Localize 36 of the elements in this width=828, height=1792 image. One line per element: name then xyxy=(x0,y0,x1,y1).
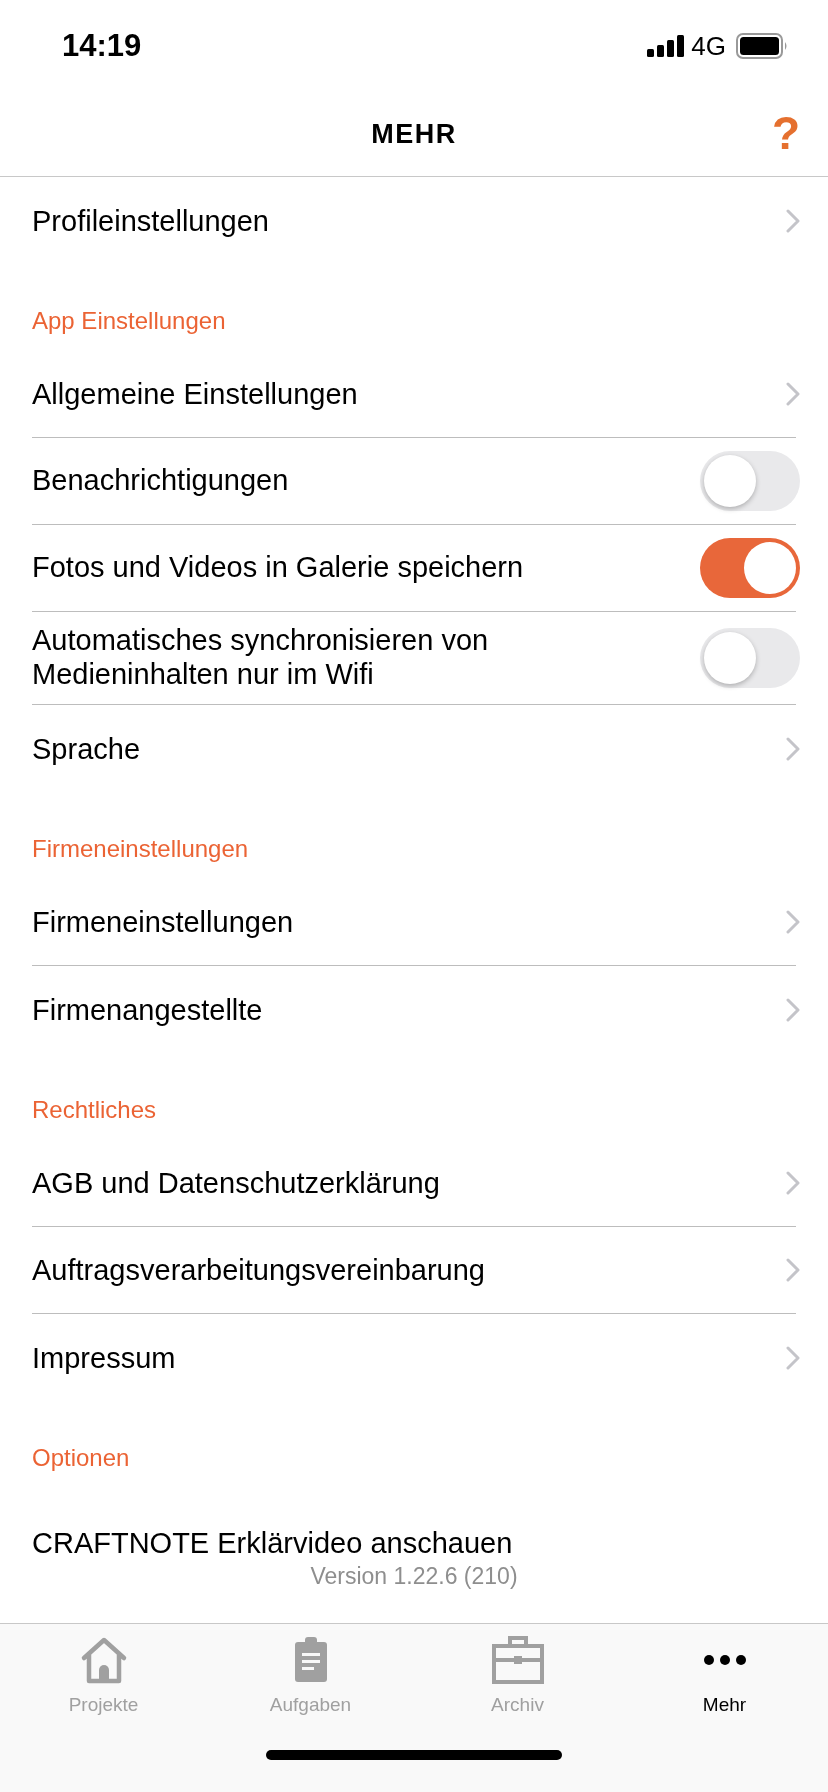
signal-icon xyxy=(647,35,686,57)
more-icon xyxy=(702,1655,747,1665)
page-title: MEHR xyxy=(371,118,457,150)
network-label: 4G xyxy=(691,30,726,62)
chevron-icon xyxy=(786,736,800,761)
menu-item[interactable]: CRAFTNOTE Erklärvideo anschauen xyxy=(32,1526,513,1560)
toggle-switch[interactable] xyxy=(700,538,800,598)
chevron-icon xyxy=(786,1345,800,1370)
chevron-icon xyxy=(786,910,800,934)
status-time: 14:19 xyxy=(62,28,142,64)
menu-item[interactable]: Sprache xyxy=(32,731,140,766)
chevron-icon xyxy=(786,208,800,233)
menu-item[interactable]: Firmenangestellte xyxy=(32,992,263,1027)
version-label: Version 1.22.6 (210) xyxy=(309,1562,519,1591)
section-title: Optionen xyxy=(32,1444,130,1472)
menu-item[interactable]: Impressum xyxy=(32,1340,176,1375)
setting-label: Benachrichtigungen xyxy=(32,463,289,498)
chevron-icon xyxy=(786,382,800,406)
chevron-icon xyxy=(786,1258,800,1282)
menu-item[interactable]: Firmeneinstellungen xyxy=(32,905,294,939)
briefcase-icon xyxy=(489,1634,546,1686)
menu-item[interactable]: AGB und Datenschutzerklärung xyxy=(32,1166,440,1200)
setting-label: Automatisches synchronisieren von Medieninhalten nur im Wifi xyxy=(32,623,490,692)
toggle-switch[interactable] xyxy=(700,628,800,688)
battery-icon xyxy=(736,33,788,59)
menu-item[interactable]: Profileinstellungen xyxy=(32,203,269,238)
menu-item[interactable]: Auftragsverarbeitungsvereinbarung xyxy=(32,1253,485,1287)
menu-item[interactable]: Allgemeine Einstellungen xyxy=(32,377,358,411)
tab[interactable]: Mehr xyxy=(621,1624,828,1716)
section-title: Firmeneinstellungen xyxy=(32,835,249,863)
section-title: Rechtliches xyxy=(32,1096,157,1124)
section-title: App Einstellungen xyxy=(32,307,226,335)
setting-label: Fotos und Videos in Galerie speichern xyxy=(32,550,524,585)
chevron-icon xyxy=(786,997,800,1022)
chevron-icon xyxy=(786,1171,800,1195)
toggle-switch[interactable] xyxy=(700,451,800,511)
